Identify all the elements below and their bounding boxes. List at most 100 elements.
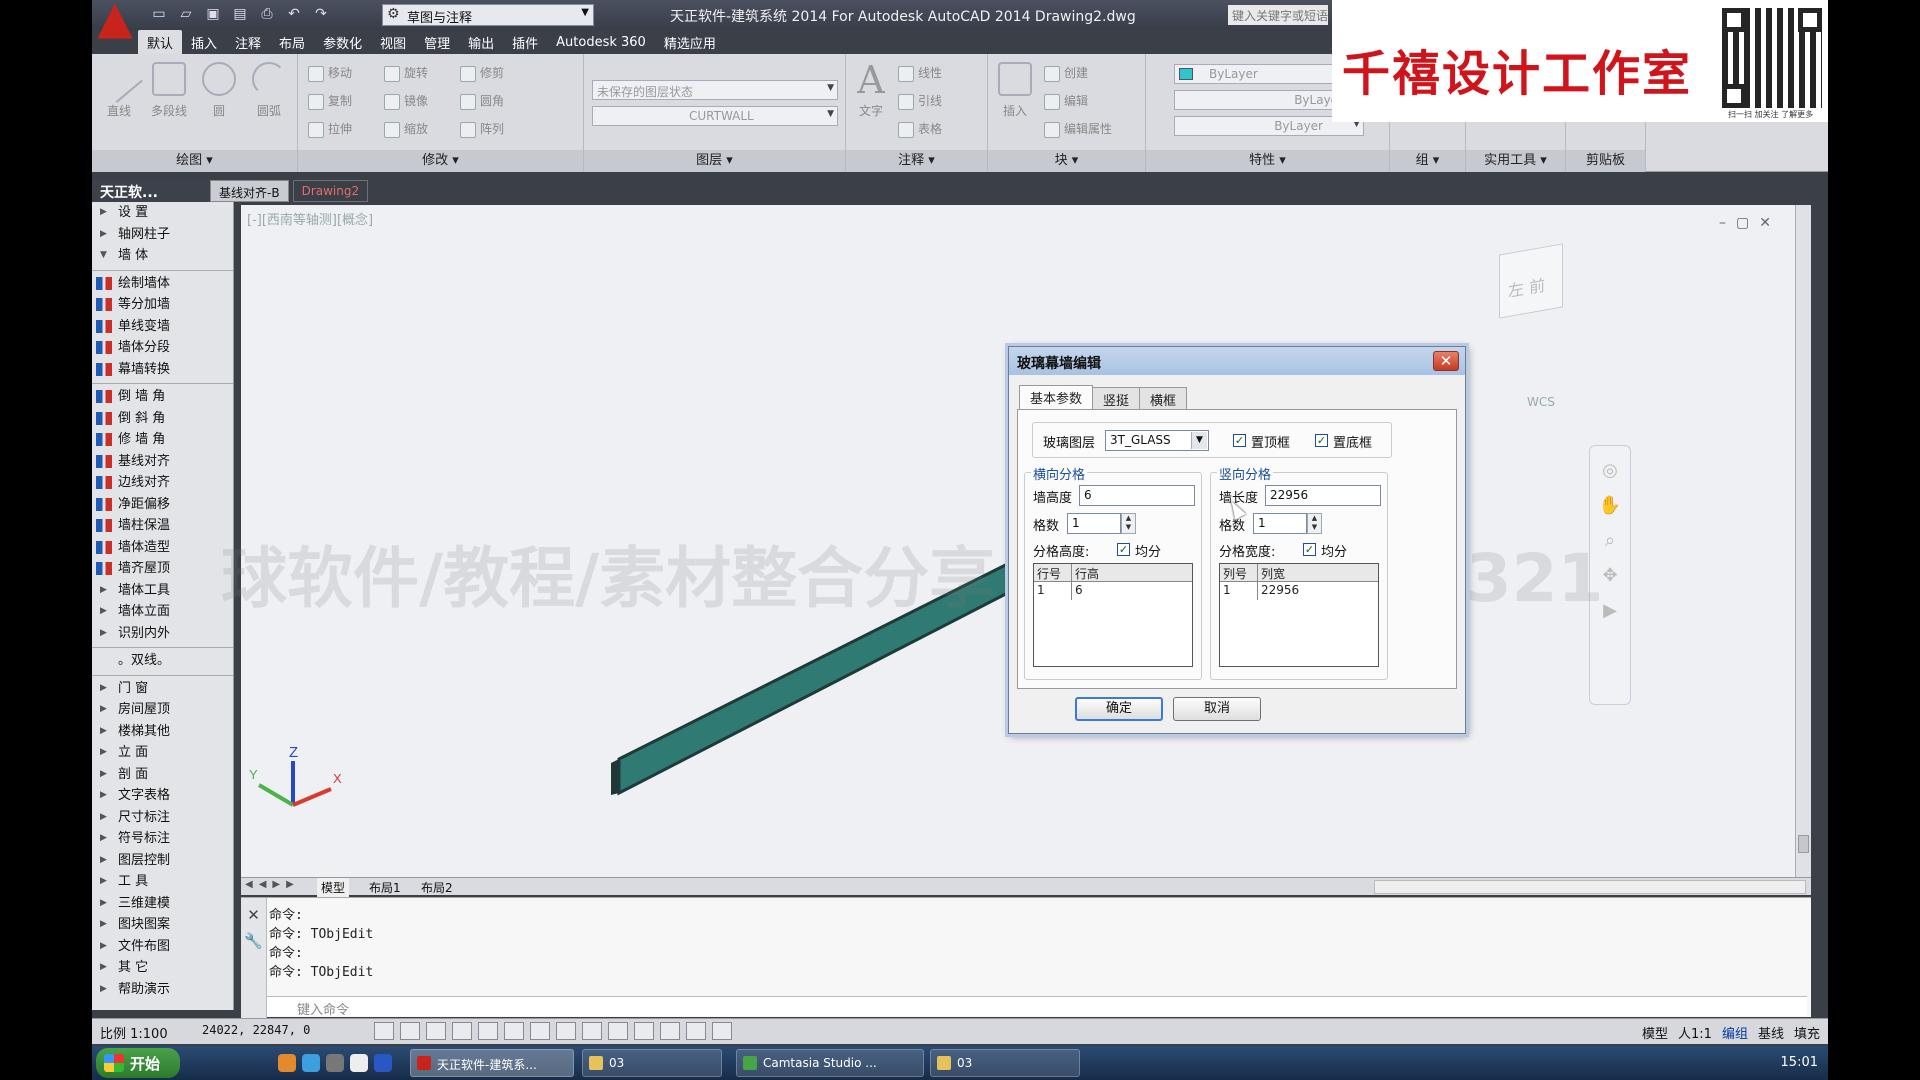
steering-wheel-icon[interactable]: ◎ <box>1590 460 1630 481</box>
trim-tool[interactable]: 修剪 <box>460 64 504 82</box>
task-folder-03[interactable]: 03 <box>582 1049 722 1077</box>
column-table[interactable]: 列号 列宽 1 22956 <box>1219 563 1379 667</box>
qq-icon[interactable] <box>350 1054 368 1072</box>
modify-panel-label[interactable]: 修改 ▾ <box>298 150 583 172</box>
scrollbar-thumb[interactable] <box>1798 835 1809 853</box>
layer-select[interactable]: CURTWALL ▼ <box>592 106 838 126</box>
palette-item[interactable]: 墙齐屋顶 <box>92 558 233 580</box>
wall-length-input[interactable]: 22956 <box>1265 485 1381 506</box>
grid-icon[interactable] <box>426 1022 446 1040</box>
palette-item[interactable]: ▶ 墙体立面 <box>92 601 233 623</box>
palette-item[interactable]: 墙体造型 <box>92 537 233 559</box>
edit-block-tool[interactable]: 编辑 <box>1044 92 1088 110</box>
column-width-cell[interactable]: 22956 <box>1258 582 1378 600</box>
ribbon-tab[interactable]: 注释 <box>226 30 270 55</box>
save-as-icon[interactable]: ▤ <box>231 5 249 23</box>
selection-cycling-icon[interactable] <box>712 1022 732 1040</box>
palette-item[interactable]: 幕墙转换 <box>92 359 233 381</box>
palette-item[interactable]: ▶ 剖 面 <box>92 764 233 786</box>
palette-item[interactable]: ▶ 其 它 <box>92 957 233 979</box>
insert-tool[interactable]: 插入 <box>992 62 1038 119</box>
osnap-icon[interactable] <box>504 1022 524 1040</box>
save-icon[interactable]: ▣ <box>204 5 222 23</box>
palette-item[interactable]: 边线对齐 <box>92 472 233 494</box>
layer-panel-label[interactable]: 图层 ▾ <box>584 150 845 172</box>
top-frame-checkbox[interactable]: ✓ <box>1233 434 1246 447</box>
dialog-close-button[interactable]: ✕ <box>1433 351 1459 371</box>
annotation-scale[interactable]: 比例 1:100 <box>100 1023 168 1042</box>
layout-nav-arrows[interactable]: ◀◀▶▶ <box>245 879 300 890</box>
palette-item[interactable]: ▶ 图块图案 <box>92 914 233 936</box>
leader-tool[interactable]: 引线 <box>898 92 942 110</box>
open-icon[interactable]: ▱ <box>177 5 195 23</box>
word-icon[interactable] <box>374 1054 392 1072</box>
group-toggle[interactable]: 编组 <box>1722 1023 1748 1042</box>
layer-state-select[interactable]: 未保存的图层状态 ▼ <box>592 80 838 100</box>
palette-item[interactable]: 绘制墙体 <box>92 273 233 295</box>
palette-item[interactable]: ▶ 设 置 <box>92 202 233 224</box>
palette-item[interactable]: ▶ 门 窗 <box>92 678 233 700</box>
snap-icon[interactable] <box>400 1022 420 1040</box>
palette-item[interactable]: 净距偏移 <box>92 494 233 516</box>
fill-toggle[interactable]: 填充 <box>1794 1023 1820 1042</box>
bottom-frame-checkbox[interactable]: ✓ <box>1315 434 1328 447</box>
block-panel-label[interactable]: 块 ▾ <box>988 150 1145 172</box>
redo-icon[interactable]: ↷ <box>312 5 330 23</box>
palette-item[interactable]: ▶ 尺寸标注 <box>92 807 233 829</box>
fillet-tool[interactable]: 圆角 <box>460 92 504 110</box>
task-folder-03b[interactable]: 03 <box>930 1049 1080 1077</box>
ducs-icon[interactable] <box>582 1022 602 1040</box>
palette-item[interactable]: 墙柱保温 <box>92 515 233 537</box>
table-row[interactable]: 1 6 <box>1034 582 1192 600</box>
table-row[interactable]: 1 22956 <box>1220 582 1378 600</box>
files-icon[interactable] <box>326 1054 344 1072</box>
transparency-icon[interactable] <box>660 1022 680 1040</box>
ribbon-tab[interactable]: 精选应用 <box>655 30 725 55</box>
palette-item[interactable]: ▶ 楼梯其他 <box>92 721 233 743</box>
annotate-panel-label[interactable]: 注释 ▾ <box>846 150 987 172</box>
layout-tab-layout2[interactable]: 布局2 <box>417 878 457 897</box>
ok-button[interactable]: 确定 <box>1075 697 1163 721</box>
workspace-select[interactable]: ⚙ 草图与注释 ▼ <box>382 4 594 26</box>
wrench-icon[interactable]: 🔧 <box>241 932 266 950</box>
undo-icon[interactable]: ↶ <box>285 5 303 23</box>
mirror-tool[interactable]: 镜像 <box>384 92 428 110</box>
move-tool[interactable]: 移动 <box>308 64 352 82</box>
groups-panel-label[interactable]: 组 ▾ <box>1390 150 1465 172</box>
palette-item[interactable]: ▶ 三维建模 <box>92 893 233 915</box>
create-block-tool[interactable]: 创建 <box>1044 64 1088 82</box>
palette-item[interactable]: 倒 墙 角 <box>92 386 233 408</box>
dyn-icon[interactable] <box>608 1022 628 1040</box>
file-tab-drawing2[interactable]: Drawing2 <box>292 180 369 202</box>
palette-item[interactable]: 基线对齐 <box>92 451 233 473</box>
task-tangent[interactable]: 天正软件-建筑系... <box>410 1049 574 1077</box>
close-icon[interactable]: ✕ <box>241 906 266 924</box>
row-table[interactable]: 行号 行高 1 6 <box>1033 563 1193 667</box>
model-toggle[interactable]: 模型 <box>1642 1023 1668 1042</box>
palette-item[interactable]: ▶ 符号标注 <box>92 828 233 850</box>
linear-dim-tool[interactable]: 线性 <box>898 64 942 82</box>
row-count-input[interactable]: 1 <box>1067 513 1121 534</box>
ribbon-tab[interactable]: 视图 <box>371 30 415 55</box>
ribbon-tab[interactable]: 插入 <box>182 30 226 55</box>
new-icon[interactable]: ▭ <box>150 5 168 23</box>
palette-item[interactable]: ▶ 立 面 <box>92 742 233 764</box>
vertical-scrollbar[interactable] <box>1795 205 1811 885</box>
baseline-toggle[interactable]: 基线 <box>1758 1023 1784 1042</box>
lineweight-icon[interactable] <box>634 1022 654 1040</box>
palette-item[interactable]: ▶ 帮助演示 <box>92 979 233 1001</box>
palette-item[interactable]: 。双线。 <box>92 650 233 672</box>
palette-item[interactable]: 墙体分段 <box>92 337 233 359</box>
palette-item[interactable]: 等分加墙 <box>92 294 233 316</box>
pan-icon[interactable]: ✋ <box>1590 495 1630 516</box>
search-input[interactable]: 键入关键字或短语 <box>1228 5 1328 25</box>
horizontal-scrollbar[interactable] <box>1374 880 1806 894</box>
palette-item[interactable]: ▶ 轴网柱子 <box>92 224 233 246</box>
ie-icon[interactable] <box>302 1054 320 1072</box>
palette-item[interactable]: 倒 斜 角 <box>92 408 233 430</box>
file-tab-baseline[interactable]: 基线对齐-B <box>210 180 289 202</box>
ribbon-tab[interactable]: 布局 <box>270 30 314 55</box>
polar-icon[interactable] <box>478 1022 498 1040</box>
palette-item[interactable]: ▶ 工 具 <box>92 871 233 893</box>
circle-tool[interactable]: 圆 <box>196 62 242 119</box>
